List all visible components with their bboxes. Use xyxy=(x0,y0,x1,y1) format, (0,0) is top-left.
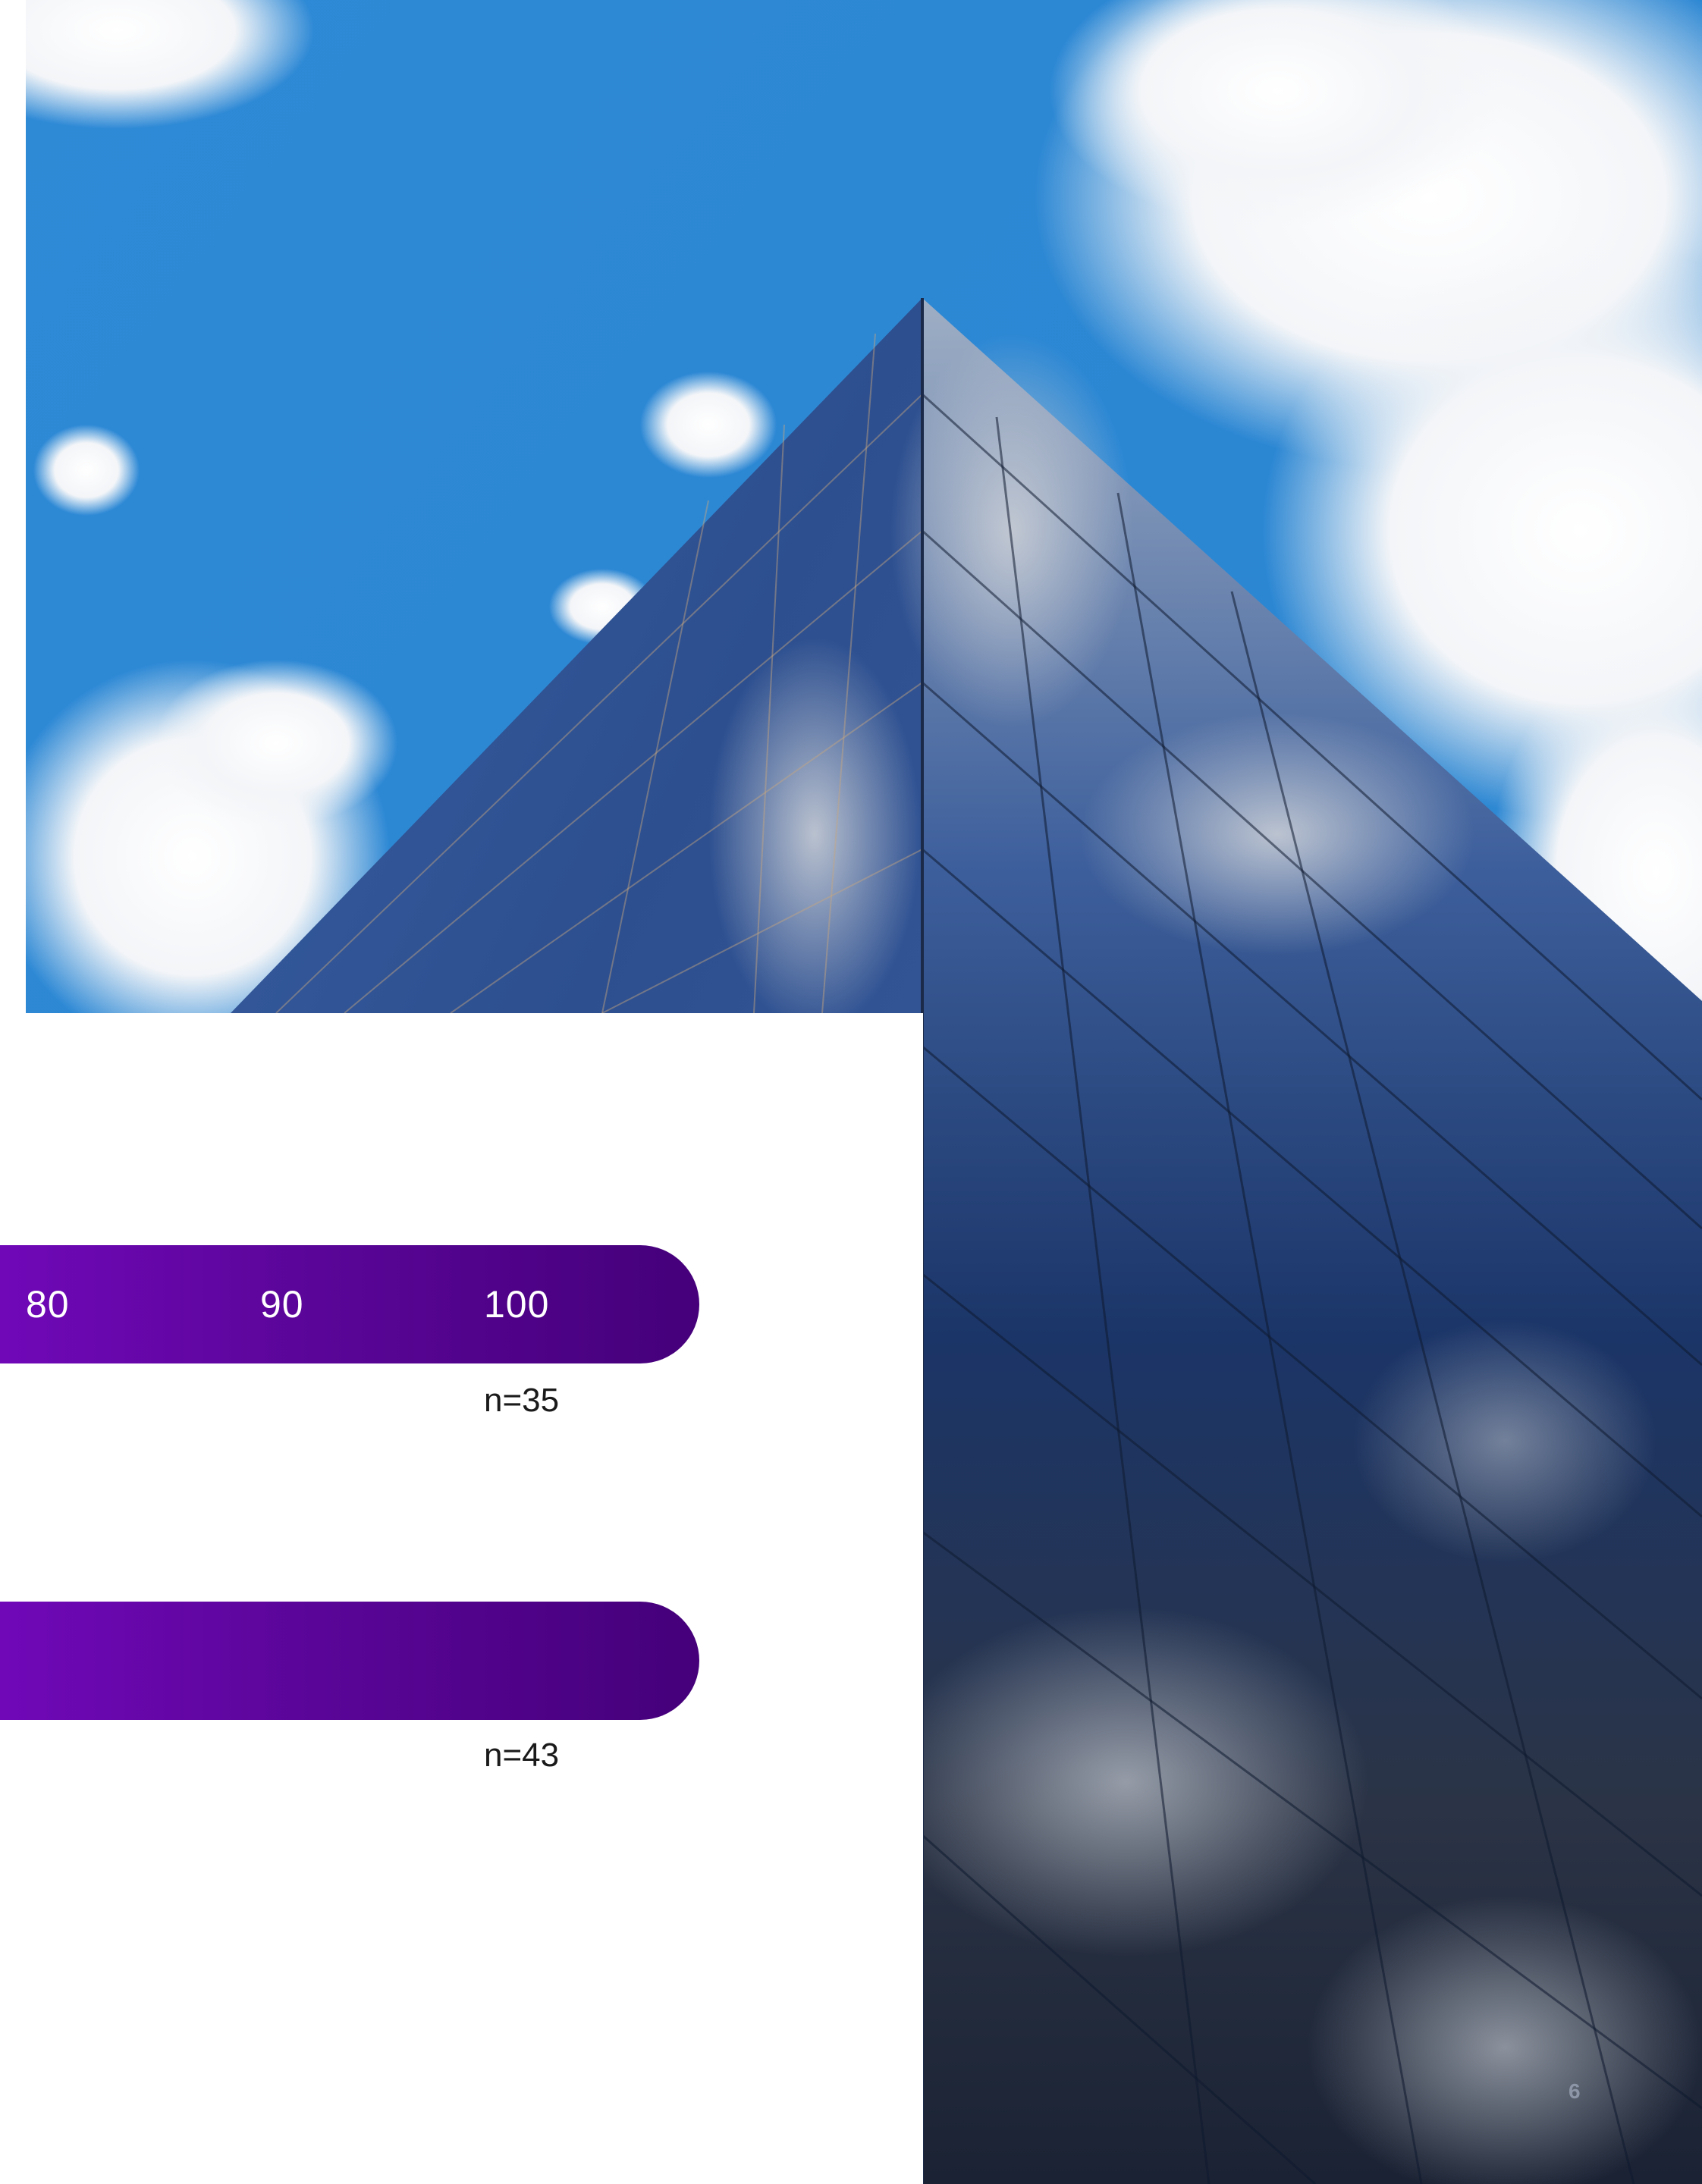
tick-label-90: 90 xyxy=(260,1283,304,1326)
tick-label-80: 80 xyxy=(26,1283,70,1326)
content-panel xyxy=(0,1013,923,2184)
page-number: 6 xyxy=(1569,2079,1581,2103)
bar-2 xyxy=(0,1602,699,1720)
bar-1 xyxy=(0,1245,699,1363)
sample-size-label-2: n=43 xyxy=(484,1737,560,1774)
sample-size-label-1: n=35 xyxy=(484,1382,560,1419)
tick-label-100: 100 xyxy=(484,1283,550,1326)
